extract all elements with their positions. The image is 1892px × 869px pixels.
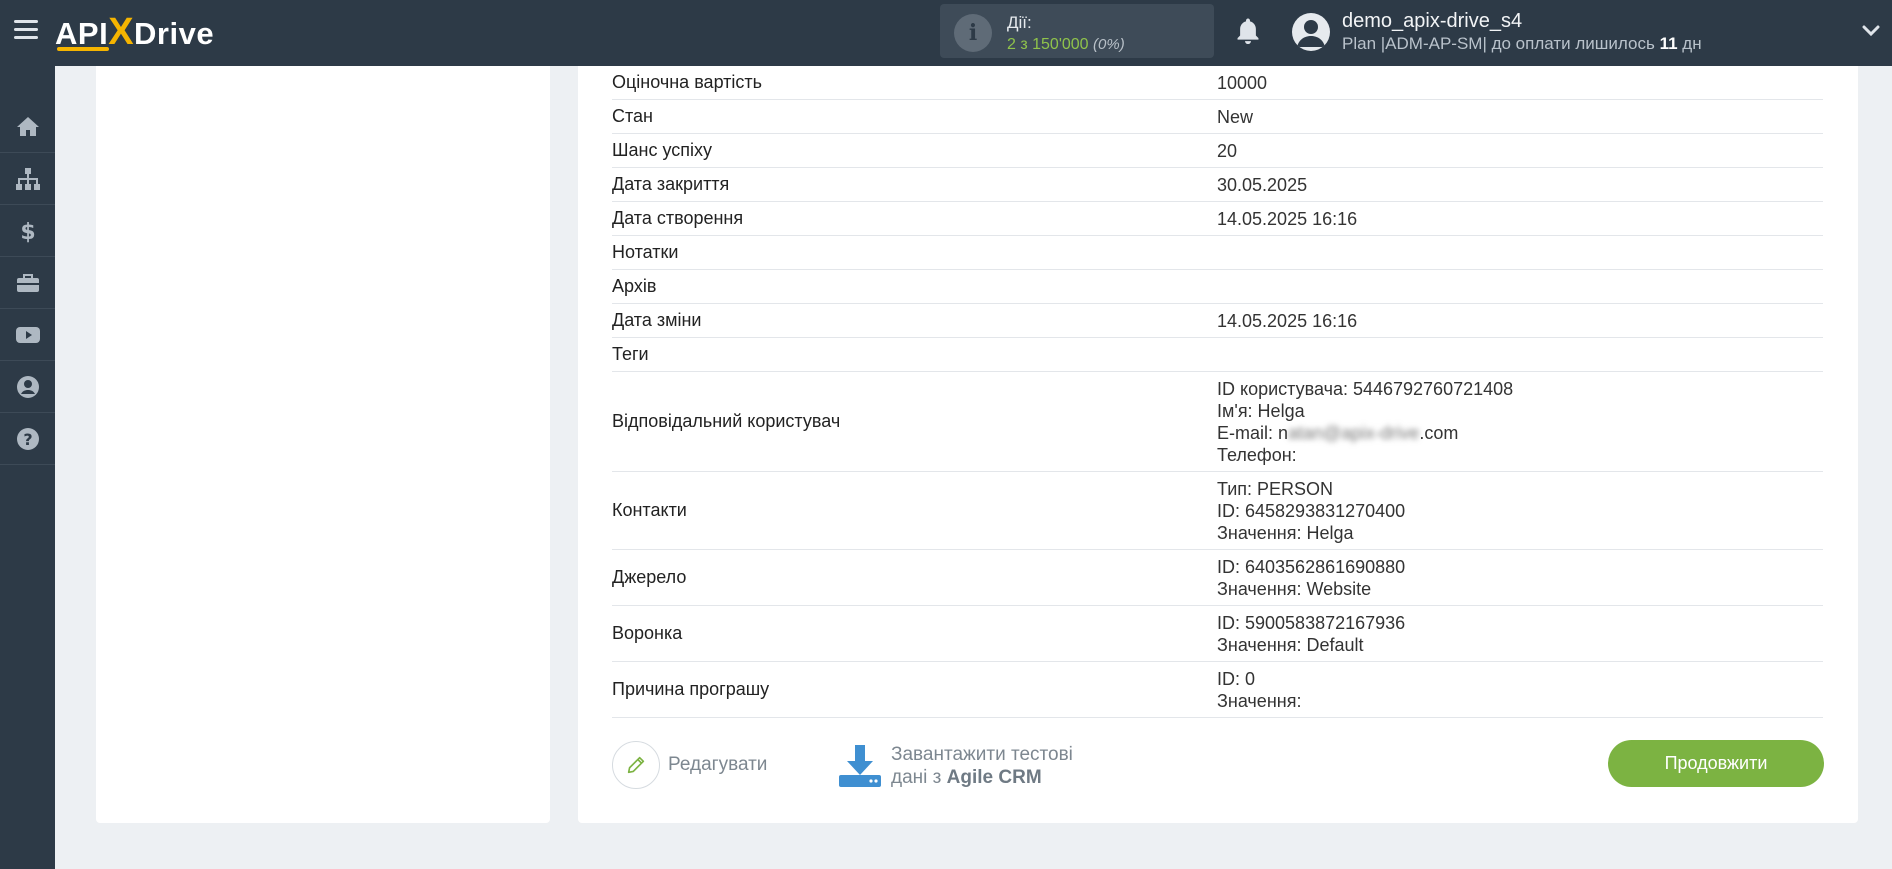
plan-info: Plan |ADM-AP-SM| до оплати лишилось 11 д… bbox=[1342, 34, 1702, 53]
row-key: Оціночна вартість bbox=[612, 72, 763, 92]
table-row: Оціночна вартість 10000 bbox=[612, 66, 1823, 100]
table-row: Дата зміни 14.05.2025 16:16 bbox=[612, 304, 1823, 338]
table-row-funnel: Воронка ID: 5900583872167936 Значення: D… bbox=[612, 606, 1823, 662]
continue-button[interactable]: Продовжити bbox=[1608, 740, 1824, 787]
value-line: Значення: Helga bbox=[1217, 522, 1354, 543]
row-key: Теги bbox=[612, 344, 649, 364]
row-value: New bbox=[1217, 106, 1254, 127]
dollar-icon: $ bbox=[20, 220, 35, 244]
table-row-loss-reason: Причина програшу ID: 0 Значення: bbox=[612, 662, 1823, 718]
table-row: Нотатки bbox=[612, 236, 1823, 270]
value-line: Телефон: bbox=[1217, 444, 1297, 465]
user-avatar[interactable] bbox=[1292, 13, 1330, 51]
row-key: Дата закриття bbox=[612, 174, 730, 194]
main-panel: Оціночна вартість 10000 Стан New Шанс ус… bbox=[578, 66, 1858, 823]
value-line: Значення: Website bbox=[1217, 578, 1372, 599]
bell-icon[interactable] bbox=[1233, 16, 1263, 48]
load-test-data-button[interactable]: Завантажити тестові дані з Agile CRM bbox=[837, 740, 1073, 792]
sidebar-item-videos[interactable] bbox=[0, 309, 55, 361]
sitemap-icon bbox=[15, 167, 40, 190]
sidebar: $ ? bbox=[0, 66, 55, 869]
sidebar-item-services[interactable] bbox=[0, 257, 55, 309]
row-key: Шанс успіху bbox=[612, 140, 712, 160]
value-line: Значення: bbox=[1217, 690, 1302, 711]
value-line: Тип: PERSON bbox=[1217, 478, 1334, 499]
sidebar-item-connections[interactable] bbox=[0, 153, 55, 205]
value-line: ID користувача: 5446792760721408 bbox=[1217, 378, 1514, 399]
value-line: ID: 5900583872167936 bbox=[1217, 612, 1406, 633]
row-key: Дата зміни bbox=[612, 310, 702, 330]
edit-label: Редагувати bbox=[668, 754, 768, 775]
top-header: APIXDrive i Дії: 2 з 150'000 (0%) demo_a… bbox=[0, 0, 1892, 66]
left-panel bbox=[96, 66, 550, 823]
data-table: Оціночна вартість 10000 Стан New Шанс ус… bbox=[612, 66, 1823, 718]
load-test-data-label: Завантажити тестові дані з Agile CRM bbox=[891, 744, 1073, 788]
table-row-responsible: Відповідальний користувач ID користувача… bbox=[612, 372, 1823, 472]
actions-counter[interactable]: i Дії: 2 з 150'000 (0%) bbox=[940, 4, 1214, 58]
row-value: ID: 6403562861690880 Значення: Website bbox=[1217, 556, 1405, 600]
table-row: Шанс успіху 20 bbox=[612, 134, 1823, 168]
row-key: Джерело bbox=[612, 567, 687, 587]
table-row: Теги bbox=[612, 338, 1823, 372]
value-line: ID: 0 bbox=[1217, 668, 1256, 689]
home-icon bbox=[16, 116, 39, 136]
row-value: 30.05.2025 bbox=[1217, 174, 1308, 195]
row-value: ID: 0 Значення: bbox=[1217, 668, 1301, 712]
sidebar-item-home[interactable] bbox=[0, 101, 55, 153]
briefcase-icon bbox=[16, 273, 39, 292]
row-value: 20 bbox=[1217, 140, 1238, 161]
help-icon: ? bbox=[16, 427, 39, 450]
value-line: ID: 6458293831270400 bbox=[1217, 500, 1406, 521]
table-row: Стан New bbox=[612, 100, 1823, 134]
row-value: 14.05.2025 16:16 bbox=[1217, 208, 1358, 229]
row-value: 10000 bbox=[1217, 72, 1268, 93]
sidebar-item-billing[interactable]: $ bbox=[0, 205, 55, 257]
value-line: ID: 6403562861690880 bbox=[1217, 556, 1406, 577]
row-key: Стан bbox=[612, 106, 653, 126]
svg-text:$: $ bbox=[20, 220, 35, 244]
table-row: Архів bbox=[612, 270, 1823, 304]
row-key: Воронка bbox=[612, 623, 683, 643]
download-icon bbox=[839, 745, 881, 787]
edit-button[interactable]: Редагувати bbox=[612, 740, 767, 790]
row-value: ID користувача: 5446792760721408 Ім'я: H… bbox=[1217, 378, 1513, 466]
row-key: Дата створення bbox=[612, 208, 744, 228]
actions-value: 2 з 150'000 (0%) bbox=[1007, 36, 1125, 53]
value-line: Ім'я: Helga bbox=[1217, 400, 1305, 421]
info-icon: i bbox=[954, 14, 992, 52]
user-circle-icon bbox=[16, 375, 39, 398]
svg-text:?: ? bbox=[23, 430, 32, 449]
row-value: ID: 5900583872167936 Значення: Default bbox=[1217, 612, 1405, 656]
row-value: Тип: PERSON ID: 6458293831270400 Значенн… bbox=[1217, 478, 1405, 544]
table-row: Дата закриття 30.05.2025 bbox=[612, 168, 1823, 202]
row-value: 14.05.2025 16:16 bbox=[1217, 310, 1358, 331]
actions-label: Дії: bbox=[1007, 13, 1032, 32]
menu-icon[interactable] bbox=[14, 20, 38, 42]
row-key: Нотатки bbox=[612, 242, 679, 262]
row-key: Контакти bbox=[612, 500, 687, 520]
table-row-contacts: Контакти Тип: PERSON ID: 645829383127040… bbox=[612, 472, 1823, 550]
row-key: Відповідальний користувач bbox=[612, 411, 841, 431]
sidebar-item-profile[interactable] bbox=[0, 361, 55, 413]
user-name[interactable]: demo_apix-drive_s4 bbox=[1342, 10, 1522, 33]
value-line: Значення: Default bbox=[1217, 634, 1364, 655]
chevron-down-icon[interactable] bbox=[1862, 24, 1880, 38]
pencil-icon bbox=[612, 741, 660, 789]
row-key: Причина програшу bbox=[612, 679, 770, 699]
apix-drive-logo[interactable]: APIXDrive bbox=[55, 12, 214, 52]
row-key: Архів bbox=[612, 276, 657, 296]
table-row: Дата створення 14.05.2025 16:16 bbox=[612, 202, 1823, 236]
email-line: E-mail: natan@apix-drive.com bbox=[1217, 422, 1459, 443]
sidebar-item-help[interactable]: ? bbox=[0, 413, 55, 465]
youtube-icon bbox=[15, 326, 40, 343]
table-row-source: Джерело ID: 6403562861690880 Значення: W… bbox=[612, 550, 1823, 606]
